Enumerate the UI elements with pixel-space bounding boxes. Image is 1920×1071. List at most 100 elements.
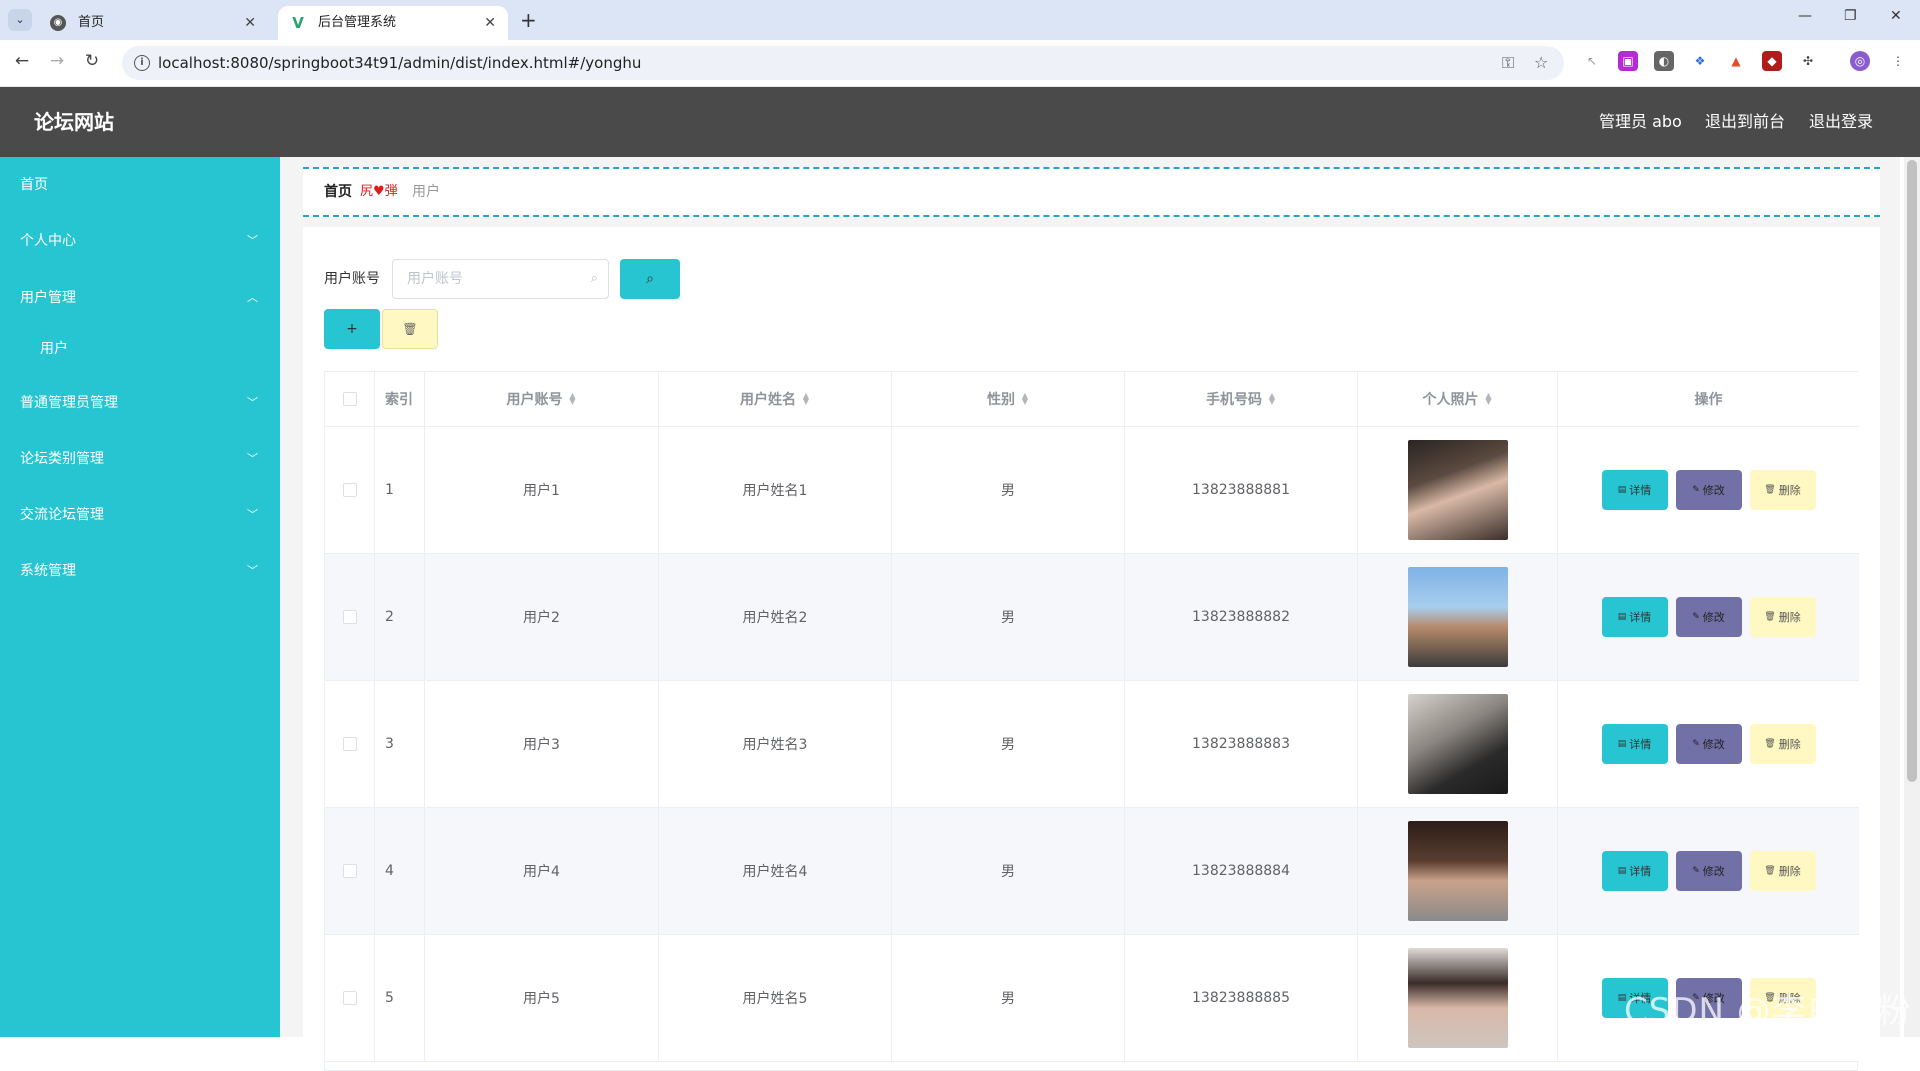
more-menu-icon[interactable]: ⋮ (1888, 51, 1908, 71)
url-text[interactable]: localhost:8080/springboot34t91/admin/dis… (158, 46, 641, 80)
sort-icon[interactable]: ▲ ▼ (1485, 392, 1493, 406)
logout-link[interactable]: 退出登录 (1809, 87, 1873, 157)
row-checkbox[interactable] (342, 864, 357, 878)
close-window-icon[interactable]: ✕ (1890, 8, 1902, 24)
select-all-checkbox[interactable] (342, 392, 357, 406)
delete-button[interactable]: 🗑 删除 (1749, 724, 1816, 764)
sidebar-item-admin-management[interactable]: 普通管理员管理 ﹀ (0, 383, 280, 423)
new-tab-button[interactable]: + (520, 8, 537, 32)
table-row[interactable]: 2 用户2 用户姓名2 男 13823888882 ▤ 详情 ✎ 修改 🗑 删除 (325, 554, 1859, 681)
search-button[interactable]: ⌕ (620, 259, 680, 299)
sort-icon[interactable]: ▲ ▼ (1268, 392, 1276, 406)
table-row[interactable]: 1 用户1 用户姓名1 男 13823888881 ▤ 详情 ✎ 修改 🗑 删除 (325, 427, 1859, 554)
user-photo[interactable] (1407, 821, 1508, 921)
row-checkbox[interactable] (342, 737, 357, 751)
batch-delete-button[interactable]: 🗑 (382, 309, 438, 349)
puzzle-icon[interactable]: ✣ (1798, 51, 1818, 71)
user-photo[interactable] (1407, 567, 1508, 667)
restore-icon[interactable]: ❐ (1844, 8, 1857, 24)
document-icon: ▤ (1617, 612, 1627, 622)
table-header: 索引 用户账号 ▲ ▼ 用户姓名 ▲ ▼ 性别 ▲ ▼ 手机号码 ▲ ▼ 个人照片 ▲ ▼… (325, 372, 1859, 427)
minimize-icon[interactable]: — (1798, 8, 1812, 24)
trash-icon: 🗑 (1764, 866, 1776, 876)
document-icon: ▤ (1617, 739, 1627, 749)
forward-icon[interactable]: → (45, 51, 69, 71)
sidebar-item-user-management[interactable]: 用户管理 ︿ (0, 278, 280, 318)
column-header-name[interactable]: 用户姓名 ▲ ▼ (659, 372, 892, 426)
profile-avatar[interactable]: ◎ (1850, 51, 1870, 71)
sort-icon[interactable]: ▲ ▼ (802, 392, 810, 406)
column-header-gender[interactable]: 性别 ▲ ▼ (892, 372, 1125, 426)
back-icon[interactable]: ← (10, 51, 34, 71)
trash-icon: 🗑 (402, 322, 418, 336)
user-photo[interactable] (1407, 440, 1508, 540)
row-checkbox[interactable] (342, 991, 357, 1005)
column-header-phone[interactable]: 手机号码 ▲ ▼ (1125, 372, 1358, 426)
sidebar-item-label: 用户管理 (20, 290, 76, 306)
table-row[interactable]: 3 用户3 用户姓名3 男 13823888883 ▤ 详情 ✎ 修改 🗑 删除 (325, 681, 1859, 808)
sidebar-item-system[interactable]: 系统管理 ﹀ (0, 551, 280, 591)
cell-photo (1358, 681, 1558, 807)
cell-index: 4 (375, 808, 425, 934)
close-icon[interactable]: ✕ (484, 6, 496, 40)
user-photo[interactable] (1407, 694, 1508, 794)
sidebar-item-label: 用户 (40, 341, 68, 357)
delete-button[interactable]: 🗑 删除 (1749, 470, 1816, 510)
sidebar-item-home[interactable]: 首页 (0, 165, 280, 205)
detail-button[interactable]: ▤ 详情 (1601, 597, 1668, 637)
chevron-down-icon: ﹀ (247, 508, 258, 521)
admin-user-label: 管理员 abo (1599, 112, 1682, 131)
breadcrumb-home[interactable]: 首页 (324, 169, 352, 215)
detail-label: 详情 (1629, 865, 1652, 878)
sort-icon[interactable]: ▲ ▼ (569, 392, 577, 406)
extension-icon[interactable]: ❖ (1690, 51, 1710, 71)
exit-to-front-link[interactable]: 退出到前台 (1705, 87, 1785, 157)
search-input[interactable]: 用户账号 ⌕ (392, 259, 609, 299)
cell-account: 用户2 (425, 554, 659, 680)
row-checkbox[interactable] (342, 483, 357, 497)
close-icon[interactable]: ✕ (244, 6, 256, 40)
sidebar-item-personal-center[interactable]: 个人中心 ﹀ (0, 221, 280, 261)
sidebar-item-forum-management[interactable]: 交流论坛管理 ﹀ (0, 495, 280, 535)
content-panel: 用户账号 用户账号 ⌕ ⌕ + 🗑 索引 用户账号 ▲ ▼ 用户姓名 ▲ ▼ 性… (303, 227, 1911, 1071)
delete-button[interactable]: 🗑 删除 (1749, 851, 1816, 891)
sidebar-item-forum-category[interactable]: 论坛类别管理 ﹀ (0, 439, 280, 479)
sidebar-item-label: 个人中心 (20, 233, 76, 249)
user-photo[interactable] (1407, 948, 1508, 1048)
cell-account: 用户5 (425, 935, 659, 1061)
address-bar[interactable]: i localhost:8080/springboot34t91/admin/d… (122, 46, 1564, 80)
chevron-down-icon: ﹀ (247, 452, 258, 465)
sidebar-item-label: 论坛类别管理 (20, 451, 104, 467)
delete-button[interactable]: 🗑 删除 (1749, 597, 1816, 637)
shield-icon[interactable]: ◆ (1762, 51, 1782, 71)
sidebar-item-users[interactable]: 用户 (0, 329, 280, 369)
detail-button[interactable]: ▤ 详情 (1601, 470, 1668, 510)
add-button[interactable]: + (324, 309, 380, 349)
edit-button[interactable]: ✎ 修改 (1675, 724, 1742, 764)
sort-icon[interactable]: ▲ ▼ (1021, 392, 1029, 406)
bookmark-star-icon[interactable]: ☆ (1534, 53, 1548, 72)
detail-button[interactable]: ▤ 详情 (1601, 851, 1668, 891)
column-header-photo[interactable]: 个人照片 ▲ ▼ (1358, 372, 1558, 426)
breadcrumb: 首页 尻♥弾 用户 (303, 167, 1880, 217)
browser-tab-admin[interactable]: V 后台管理系统 ✕ (278, 6, 508, 40)
sidebar-item-label: 系统管理 (20, 563, 76, 579)
extension-icon[interactable]: ▣ (1618, 51, 1638, 71)
reload-icon[interactable]: ↻ (80, 51, 104, 71)
browser-tab-home[interactable]: ◉ 首页 ✕ (38, 6, 268, 40)
key-icon[interactable]: ⚿ (1502, 53, 1514, 73)
extension-icon[interactable]: ◐ (1654, 51, 1674, 71)
edit-button[interactable]: ✎ 修改 (1675, 597, 1742, 637)
table-row[interactable]: 4 用户4 用户姓名4 男 13823888884 ▤ 详情 ✎ 修改 🗑 删除 (325, 808, 1859, 935)
detail-button[interactable]: ▤ 详情 (1601, 724, 1668, 764)
edit-button[interactable]: ✎ 修改 (1675, 470, 1742, 510)
cursor-extension-icon[interactable]: ↖ (1582, 51, 1602, 71)
row-checkbox[interactable] (342, 610, 357, 624)
column-header-account[interactable]: 用户账号 ▲ ▼ (425, 372, 659, 426)
edit-button[interactable]: ✎ 修改 (1675, 851, 1742, 891)
page-scrollbar-thumb[interactable] (1907, 160, 1917, 782)
site-info-icon[interactable]: i (134, 55, 150, 71)
tab-search-button[interactable]: ⌄ (8, 9, 32, 31)
cell-phone: 13823888884 (1125, 808, 1358, 934)
extension-icon[interactable]: ▲ (1726, 51, 1746, 71)
